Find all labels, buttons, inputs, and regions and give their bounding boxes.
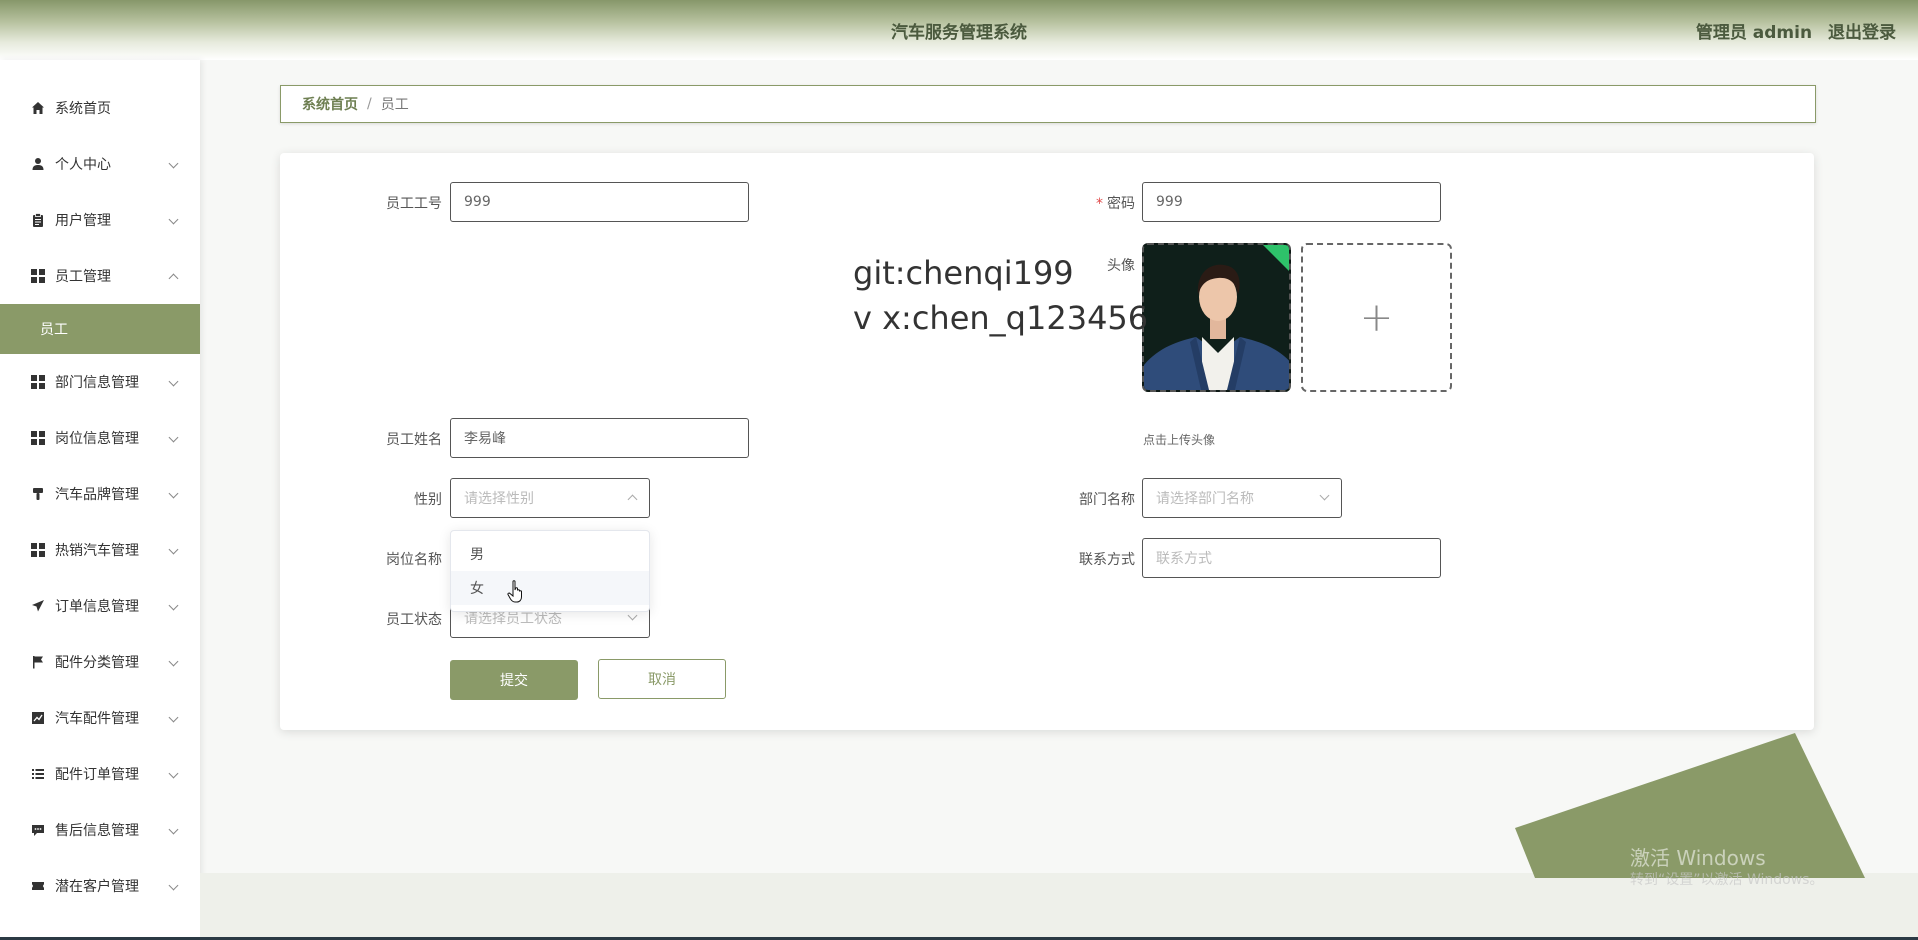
password-input[interactable]: 999 (1142, 182, 1441, 222)
logout-link[interactable]: 退出登录 (1828, 23, 1896, 43)
upload-success-badge (1262, 245, 1289, 272)
sidebar-item-after-sales[interactable]: 售后信息管理 (0, 802, 200, 858)
grid-icon (30, 374, 46, 390)
ticket-icon (30, 878, 46, 894)
top-header: 汽车服务管理系统 管理员 admin 退出登录 (0, 0, 1918, 60)
sidebar-item-departments[interactable]: 部门信息管理 (0, 354, 200, 410)
windows-activation-title: 激活 Windows (1630, 846, 1766, 870)
user-icon (30, 156, 46, 172)
chevron-down-icon (170, 378, 178, 386)
send-icon (30, 598, 46, 614)
gender-option-female[interactable]: 女 (451, 571, 649, 605)
sidebar-item-part-orders[interactable]: 配件订单管理 (0, 746, 200, 802)
hand-cursor-icon (507, 580, 522, 603)
avatar-upload-button[interactable]: + (1301, 243, 1452, 392)
breadcrumb-current: 员工 (380, 97, 409, 113)
position-label: 岗位名称 (386, 552, 442, 568)
gender-option-male[interactable]: 男 (451, 537, 649, 571)
sidebar-item-label: 汽车配件管理 (55, 711, 139, 727)
message-icon (30, 822, 46, 838)
sidebar-item-label: 员工管理 (55, 269, 111, 285)
chevron-down-icon (170, 216, 178, 224)
chevron-down-icon (170, 714, 178, 722)
sidebar-item-label: 汽车品牌管理 (55, 487, 139, 503)
chevron-down-icon (170, 826, 178, 834)
sidebar-item-label: 系统首页 (55, 101, 111, 117)
contact-label: 联系方式 (1079, 552, 1135, 568)
chevron-down-icon (170, 434, 178, 442)
chart-icon (30, 710, 46, 726)
sidebar-item-profile[interactable]: 个人中心 (0, 136, 200, 192)
gender-select[interactable]: 请选择性别 (450, 478, 650, 518)
breadcrumb-separator: / (367, 96, 372, 112)
sidebar-item-label: 热销汽车管理 (55, 543, 139, 559)
sidebar: 系统首页 个人中心 用户管理 员工管理 员工 部门信息管理 岗位信息管理 汽车品… (0, 60, 200, 940)
sidebar-item-label: 用户管理 (55, 213, 111, 229)
grid-icon (30, 542, 46, 558)
sidebar-item-label: 部门信息管理 (55, 375, 139, 391)
chevron-down-icon (170, 602, 178, 610)
gender-dropdown: 男 女 (450, 530, 650, 612)
employee-no-input[interactable]: 999 (450, 182, 749, 222)
sidebar-item-label: 个人中心 (55, 157, 111, 173)
sidebar-item-label: 岗位信息管理 (55, 431, 139, 447)
sidebar-item-positions[interactable]: 岗位信息管理 (0, 410, 200, 466)
chevron-down-icon (170, 882, 178, 890)
employee-form-card: 员工工号 999 * 密码 999 头像 + git:chenqi199 v x:… (280, 153, 1814, 730)
sidebar-item-label: 潜在客户管理 (55, 879, 139, 895)
chevron-up-icon (170, 272, 178, 280)
submit-button[interactable]: 提交 (450, 660, 578, 700)
admin-label: 管理员 admin (1695, 23, 1813, 43)
chevron-down-icon (170, 490, 178, 498)
employee-no-label: 员工工号 (386, 196, 442, 212)
sidebar-item-label: 配件分类管理 (55, 655, 139, 671)
contact-input[interactable]: 联系方式 (1142, 538, 1441, 578)
header-user-area: 管理员 admin 退出登录 (1686, 18, 1896, 43)
sidebar-item-potential-customers[interactable]: 潜在客户管理 (0, 858, 200, 914)
sidebar-item-hot-cars[interactable]: 热销汽车管理 (0, 522, 200, 578)
sidebar-item-orders[interactable]: 订单信息管理 (0, 578, 200, 634)
watermark-text: git:chenqi199 v x:chen_q123456 (853, 254, 1149, 337)
sidebar-item-users[interactable]: 用户管理 (0, 192, 200, 248)
list-icon (30, 766, 46, 782)
sidebar-item-car-parts[interactable]: 汽车配件管理 (0, 690, 200, 746)
required-mark: * (1096, 196, 1103, 212)
sidebar-item-label: 配件订单管理 (55, 767, 139, 783)
grid-icon (30, 268, 46, 284)
cancel-button[interactable]: 取消 (598, 659, 726, 699)
flag-icon (30, 654, 46, 670)
brush-icon (30, 486, 46, 502)
windows-activation-hint: 转到“设置”以激活 Windows。 (1630, 872, 1824, 888)
avatar-upload-hint: 点击上传头像 (1143, 433, 1216, 447)
breadcrumb-home[interactable]: 系统首页 (302, 94, 358, 114)
sidebar-item-employees[interactable]: 员工管理 (0, 248, 200, 304)
chevron-down-icon (170, 770, 178, 778)
gender-label: 性别 (414, 492, 442, 508)
sidebar-subitem-employee[interactable]: 员工 (0, 304, 200, 354)
sidebar-item-label: 售后信息管理 (55, 823, 139, 839)
grid-icon (30, 430, 46, 446)
sidebar-item-home[interactable]: 系统首页 (0, 80, 200, 136)
sidebar-item-car-brands[interactable]: 汽车品牌管理 (0, 466, 200, 522)
chevron-up-icon (629, 496, 637, 504)
sidebar-item-part-categories[interactable]: 配件分类管理 (0, 634, 200, 690)
employee-name-input[interactable]: 李易峰 (450, 418, 749, 458)
status-label: 员工状态 (386, 612, 442, 628)
app-title: 汽车服务管理系统 (891, 23, 1027, 43)
chevron-down-icon (1321, 492, 1329, 500)
clipboard-icon (30, 212, 46, 228)
password-label: * 密码 (1096, 196, 1135, 212)
home-icon (30, 100, 46, 116)
department-label: 部门名称 (1079, 492, 1135, 508)
employee-name-label: 员工姓名 (386, 432, 442, 448)
chevron-down-icon (170, 160, 178, 168)
department-select[interactable]: 请选择部门名称 (1142, 478, 1342, 518)
chevron-down-icon (170, 546, 178, 554)
avatar-image[interactable] (1142, 243, 1291, 392)
chevron-down-icon (629, 612, 637, 620)
breadcrumb: 系统首页 / 员工 (280, 85, 1816, 123)
sidebar-item-label: 订单信息管理 (55, 599, 139, 615)
chevron-down-icon (170, 658, 178, 666)
